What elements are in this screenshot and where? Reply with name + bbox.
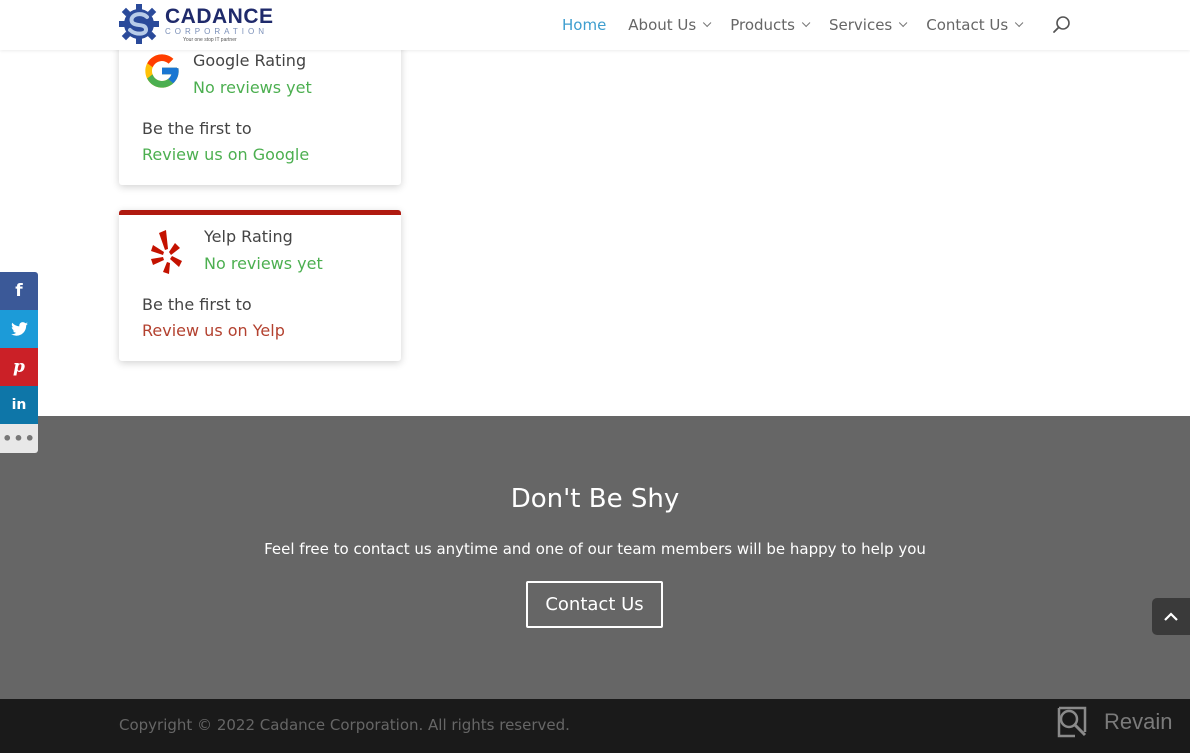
logo-tagline: Your one stop IT partner [183,36,237,43]
contact-cta-section: Don't Be Shy Feel free to contact us any… [0,416,1190,699]
facebook-icon: f [15,281,23,301]
chevron-down-icon [899,18,908,28]
nav-label: Contact Us [926,16,1009,34]
revain-logo-icon [1057,706,1087,738]
google-rating-card: Google Rating No reviews yet Be the firs… [119,35,401,185]
revain-badge[interactable]: Revain [1055,705,1172,739]
logo[interactable]: CADANCE CORPORATION Your one stop IT par… [117,3,274,45]
search-icon[interactable] [1052,15,1072,35]
linkedin-share-button[interactable]: in [0,386,38,424]
twitter-share-button[interactable] [0,310,38,348]
nav-label: Home [562,16,607,34]
chevron-up-icon [1164,611,1178,621]
yelp-review-prompt: Be the first to [142,295,252,314]
yelp-icon [151,230,182,274]
yelp-rating-title: Yelp Rating [204,227,293,246]
site-header: CADANCE CORPORATION Your one stop IT par… [0,0,1190,50]
nav-item-contact-us[interactable]: Contact Us [926,16,1024,34]
review-on-yelp-link[interactable]: Review us on Yelp [142,321,285,340]
contact-us-button[interactable]: Contact Us [526,581,663,628]
twitter-icon [10,322,28,336]
chevron-down-icon [703,18,712,28]
site-footer: Copyright © 2022 Cadance Corporation. Al… [0,699,1190,753]
logo-subtitle: CORPORATION [165,26,268,36]
google-review-prompt: Be the first to [142,119,252,138]
pinterest-icon: p [13,357,25,377]
facebook-share-button[interactable]: f [0,272,38,310]
pinterest-share-button[interactable]: p [0,348,38,386]
google-rating-status: No reviews yet [193,78,312,97]
cta-title: Don't Be Shy [510,484,680,514]
review-on-google-link[interactable]: Review us on Google [142,145,309,164]
main-nav: Home About Us Products Services Contact … [562,0,1042,50]
chevron-down-icon [1015,18,1024,28]
social-share-sidebar: f p in ••• [0,272,38,453]
more-dots-icon: ••• [2,429,36,448]
yelp-rating-status: No reviews yet [204,254,323,273]
logo-name: CADANCE [165,4,274,28]
more-share-button[interactable]: ••• [0,424,38,453]
yelp-rating-card: Yelp Rating No reviews yet Be the first … [119,210,401,361]
google-rating-title: Google Rating [193,51,307,70]
gear-logo-icon [119,4,159,44]
nav-item-about-us[interactable]: About Us [628,16,712,34]
nav-item-products[interactable]: Products [730,16,811,34]
chevron-down-icon [801,18,811,28]
nav-label: About Us [628,16,697,34]
nav-label: Services [829,16,893,34]
copyright-text: Copyright © 2022 Cadance Corporation. Al… [119,716,570,734]
scroll-to-top-button[interactable] [1152,598,1190,635]
nav-item-services[interactable]: Services [829,16,908,34]
revain-label: Revain [1104,709,1173,734]
nav-item-home[interactable]: Home [562,16,606,34]
cta-text: Feel free to contact us anytime and one … [264,540,926,558]
google-icon [145,54,179,88]
nav-label: Products [730,16,795,34]
linkedin-icon: in [11,397,27,413]
